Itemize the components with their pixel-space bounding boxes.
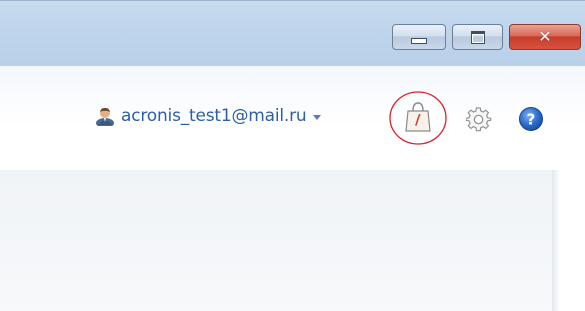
content-panel [0,170,552,311]
help-icon: ? [519,107,543,131]
shopping-bag-icon [405,102,431,132]
chevron-down-icon [312,114,321,120]
main-content [0,166,585,311]
account-menu[interactable]: acronis_test1@mail.ru [95,104,321,128]
user-icon [96,107,114,126]
settings-button[interactable] [466,107,492,133]
account-email: acronis_test1@mail.ru [121,106,307,126]
title-bar: ✕ [0,0,585,66]
panel-divider [552,170,560,311]
app-window: ✕ acronis_test1@mail.ru ? [0,0,585,311]
maximize-icon [470,30,485,44]
minimize-button[interactable] [392,24,446,50]
svg-text:?: ? [527,111,536,129]
header-toolbar: acronis_test1@mail.ru [0,66,585,166]
store-button[interactable] [387,87,449,149]
gear-icon [466,107,492,132]
close-icon: ✕ [538,27,552,46]
minimize-icon [411,38,427,44]
close-button[interactable]: ✕ [509,24,581,50]
maximize-button[interactable] [452,24,503,50]
help-button[interactable]: ? [518,106,544,132]
